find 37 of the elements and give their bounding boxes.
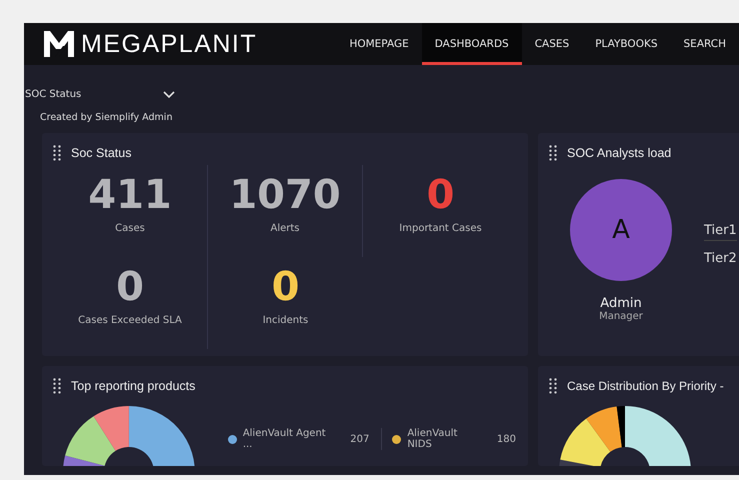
avatar: A	[570, 179, 672, 281]
drag-handle-icon[interactable]	[53, 378, 61, 394]
stat-label: Incidents	[262, 315, 308, 326]
legend-count: 180	[496, 434, 516, 444]
legend-label: AlienVault Agent ...	[242, 428, 327, 450]
drag-handle-icon[interactable]	[53, 145, 61, 161]
tier-label: Tier2	[704, 251, 737, 268]
stat-label: Cases Exceeded SLA	[78, 315, 182, 326]
drag-handle-icon[interactable]	[549, 378, 557, 394]
stat-value: 0	[116, 263, 144, 311]
logo-icon	[43, 30, 75, 58]
drag-handle-icon[interactable]	[549, 145, 557, 161]
nav-tab[interactable]: DASHBOARDS	[422, 23, 522, 65]
card-title: Case Distribution By Priority -	[567, 379, 724, 393]
stat-label: Important Cases	[399, 223, 482, 234]
card-title: Top reporting products	[71, 379, 196, 393]
card-title: SOC Analysts load	[567, 146, 672, 160]
analyst-name: Admin	[600, 296, 642, 311]
nav-tab[interactable]: HOMEPAGE	[336, 23, 422, 65]
stat-value: 0	[272, 263, 300, 311]
legend-count: 207	[350, 434, 370, 444]
nav-tab[interactable]: PLAYBOOKS	[582, 23, 671, 65]
nav-tab[interactable]: SEARCH	[670, 23, 739, 65]
stat-label: Alerts	[270, 223, 300, 234]
stat-value: 1070	[229, 171, 341, 219]
tier-label: Tier1	[704, 223, 737, 241]
card-title: Soc Status	[71, 146, 132, 160]
analyst-role: Manager	[599, 311, 643, 322]
dashboard-dropdown[interactable]: SOC Status	[24, 65, 175, 100]
legend-label: AlienVault NIDS	[407, 428, 458, 450]
nav-tab[interactable]: CASES	[522, 23, 582, 65]
stat-value: 411	[88, 171, 172, 219]
brand-name: MEGAPLANIT	[81, 30, 258, 58]
stat-label: Cases	[115, 223, 145, 234]
created-by-text: Created by Siemplify Admin	[40, 112, 174, 123]
stat-value: 0	[426, 171, 454, 219]
chevron-down-icon	[163, 90, 175, 98]
